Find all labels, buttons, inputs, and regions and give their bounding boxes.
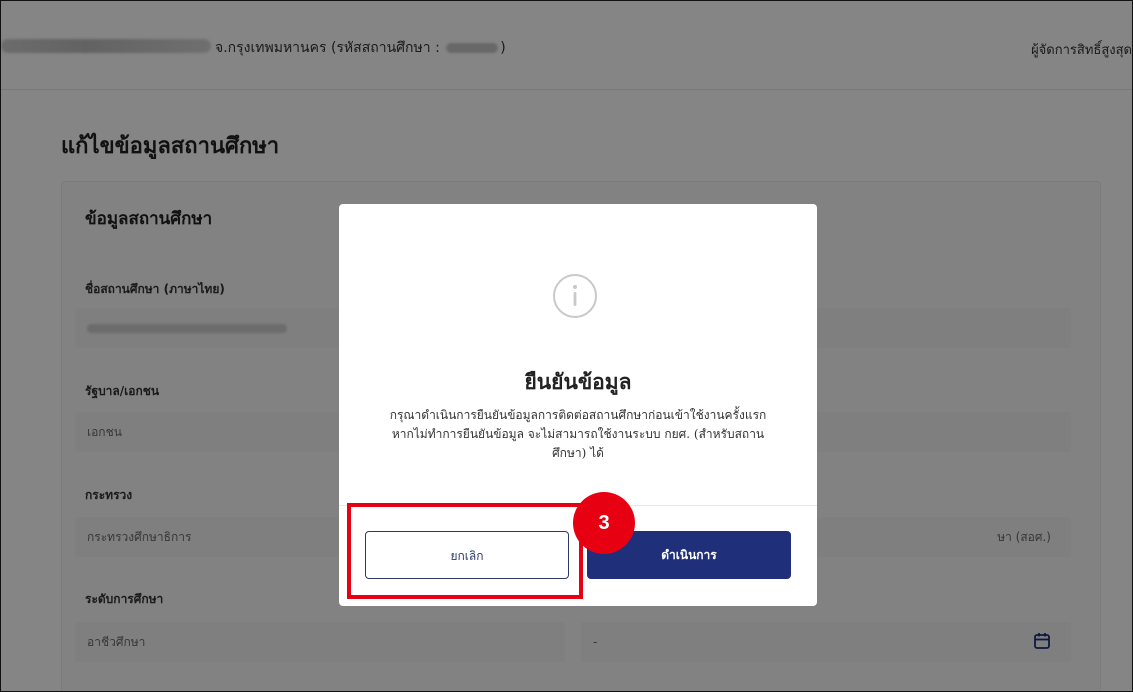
dialog-message: กรุณาดำเนินการยืนยันข้อมูลการติดต่อสถานศ… [389,408,767,460]
step-badge: 3 [573,492,635,554]
info-icon [553,274,597,318]
highlight-box [347,503,583,599]
dialog-title: ยืนยันข้อมูล [524,370,632,394]
